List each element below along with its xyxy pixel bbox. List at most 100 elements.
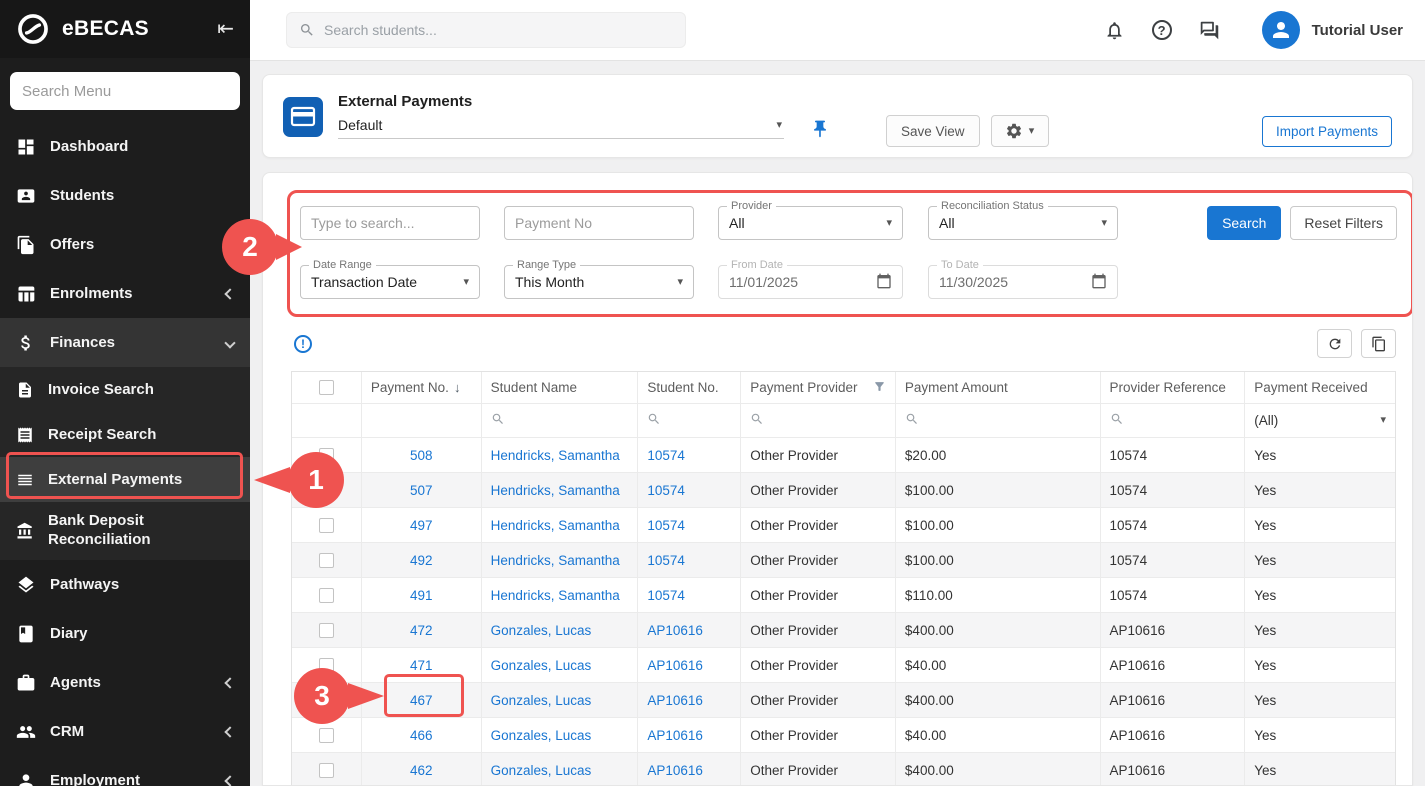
sidebar-item-bank-deposit-reconciliation[interactable]: Bank Deposit Reconciliation: [0, 502, 250, 560]
row-checkbox[interactable]: [319, 728, 334, 743]
student-name-link[interactable]: Gonzales, Lucas: [491, 693, 592, 708]
column-header-payment-received[interactable]: Payment Received: [1245, 372, 1395, 404]
sidebar-item-pathways[interactable]: Pathways: [0, 560, 250, 609]
row-checkbox[interactable]: [319, 448, 334, 463]
filter-cell-payment-amount[interactable]: [896, 404, 1101, 438]
student-name-link[interactable]: Gonzales, Lucas: [491, 728, 592, 743]
filter-cell-payment-provider[interactable]: [741, 404, 896, 438]
from-date-field[interactable]: From Date 11/01/2025: [718, 265, 903, 299]
column-header-payment-no[interactable]: Payment No. ↓: [362, 372, 482, 404]
collapse-sidebar-icon[interactable]: ⇤: [217, 19, 234, 39]
filter-cell-empty: [292, 404, 362, 438]
payment-no-link[interactable]: 472: [410, 623, 433, 638]
reset-filters-button[interactable]: Reset Filters: [1290, 206, 1397, 240]
payment-no-link[interactable]: 491: [410, 588, 433, 603]
student-name-link[interactable]: Hendricks, Samantha: [491, 553, 620, 568]
row-checkbox[interactable]: [319, 553, 334, 568]
calendar-icon[interactable]: [1091, 273, 1107, 292]
payment-no-link[interactable]: 507: [410, 483, 433, 498]
search-button[interactable]: Search: [1207, 206, 1281, 240]
view-settings-button[interactable]: ▾: [991, 115, 1049, 147]
student-name-link[interactable]: Gonzales, Lucas: [491, 763, 592, 778]
student-no-link[interactable]: AP10616: [647, 623, 703, 638]
copy-export-button[interactable]: [1361, 329, 1396, 358]
sidebar-item-dashboard[interactable]: Dashboard: [0, 122, 250, 171]
column-header-payment-provider[interactable]: Payment Provider: [741, 372, 896, 404]
feedback-chat-icon[interactable]: [1199, 20, 1220, 41]
payment-no-link[interactable]: 471: [410, 658, 433, 673]
to-date-field[interactable]: To Date 11/30/2025: [928, 265, 1118, 299]
column-header-student-no[interactable]: Student No.: [638, 372, 741, 404]
sidebar-item-external-payments[interactable]: External Payments: [0, 457, 250, 502]
filter-cell-student-name[interactable]: [482, 404, 639, 438]
column-header-provider-reference[interactable]: Provider Reference: [1101, 372, 1246, 404]
column-header-student-name[interactable]: Student Name: [482, 372, 639, 404]
sort-desc-icon[interactable]: ↓: [454, 380, 461, 395]
sidebar-item-receipt-search[interactable]: Receipt Search: [0, 412, 250, 457]
payment-no-link[interactable]: 497: [410, 518, 433, 533]
select-all-checkbox[interactable]: [319, 380, 334, 395]
row-checkbox[interactable]: [319, 693, 334, 708]
row-checkbox[interactable]: [319, 658, 334, 673]
sidebar-item-employment[interactable]: Employment: [0, 756, 250, 786]
sidebar-item-diary[interactable]: Diary: [0, 609, 250, 658]
filter-cell-student-no[interactable]: [638, 404, 741, 438]
notifications-bell-icon[interactable]: [1104, 20, 1125, 41]
range-type-select[interactable]: Range Type This Month ▾: [504, 265, 694, 299]
student-no-link[interactable]: AP10616: [647, 763, 703, 778]
row-checkbox[interactable]: [319, 623, 334, 638]
import-payments-button[interactable]: Import Payments: [1262, 116, 1392, 147]
student-name-link[interactable]: Gonzales, Lucas: [491, 623, 592, 638]
column-header-payment-amount[interactable]: Payment Amount: [896, 372, 1101, 404]
row-checkbox[interactable]: [319, 483, 334, 498]
row-checkbox[interactable]: [319, 518, 334, 533]
student-name-link[interactable]: Hendricks, Samantha: [491, 588, 620, 603]
sidebar-search-input[interactable]: [10, 72, 240, 110]
sidebar-item-invoice-search[interactable]: Invoice Search: [0, 367, 250, 412]
reconciliation-status-select[interactable]: Reconciliation Status All ▾: [928, 206, 1118, 240]
sidebar-item-students[interactable]: Students: [0, 171, 250, 220]
student-no-link[interactable]: 10574: [647, 483, 685, 498]
sidebar-item-finances[interactable]: Finances: [0, 318, 250, 367]
user-menu[interactable]: Tutorial User: [1262, 11, 1425, 49]
student-name-link[interactable]: Gonzales, Lucas: [491, 658, 592, 673]
student-no-link[interactable]: AP10616: [647, 693, 703, 708]
payment-no-link[interactable]: 508: [410, 448, 433, 463]
student-no-link[interactable]: AP10616: [647, 658, 703, 673]
provider-select[interactable]: Provider All ▾: [718, 206, 903, 240]
filter-funnel-icon[interactable]: [873, 380, 886, 396]
filter-cell-provider-reference[interactable]: [1101, 404, 1246, 438]
calendar-icon[interactable]: [876, 273, 892, 292]
payment-no-link[interactable]: 492: [410, 553, 433, 568]
student-no-link[interactable]: 10574: [647, 518, 685, 533]
students-search-input[interactable]: [324, 22, 673, 38]
student-name-link[interactable]: Hendricks, Samantha: [491, 483, 620, 498]
date-range-select[interactable]: Date Range Transaction Date ▾: [300, 265, 480, 299]
refresh-button[interactable]: [1317, 329, 1352, 358]
payment-received-filter-select[interactable]: (All) ▾: [1245, 404, 1395, 438]
student-no-link[interactable]: 10574: [647, 448, 685, 463]
row-checkbox[interactable]: [319, 763, 334, 778]
students-search-box[interactable]: [286, 12, 686, 48]
grid-search-input[interactable]: [300, 206, 480, 240]
student-name-link[interactable]: Hendricks, Samantha: [491, 518, 620, 533]
payment-no-input[interactable]: [504, 206, 694, 240]
sidebar-item-offers[interactable]: Offers: [0, 220, 250, 269]
pin-view-icon[interactable]: [810, 119, 830, 144]
student-no-link[interactable]: 10574: [647, 553, 685, 568]
student-no-link[interactable]: 10574: [647, 588, 685, 603]
sidebar-item-crm[interactable]: CRM: [0, 707, 250, 756]
payment-no-link[interactable]: 466: [410, 728, 433, 743]
save-view-button[interactable]: Save View: [886, 115, 980, 147]
student-name-link[interactable]: Hendricks, Samantha: [491, 448, 620, 463]
help-icon[interactable]: ?: [1152, 20, 1172, 40]
payment-no-link[interactable]: 462: [410, 763, 433, 778]
sidebar-item-enrolments[interactable]: Enrolments: [0, 269, 250, 318]
payment-no-link[interactable]: 467: [410, 693, 433, 708]
view-selector[interactable]: Default ▾: [338, 117, 784, 139]
student-no-link[interactable]: AP10616: [647, 728, 703, 743]
sidebar-item-agents[interactable]: Agents: [0, 658, 250, 707]
filter-cell-payment-no[interactable]: [362, 404, 482, 438]
info-icon[interactable]: !: [294, 335, 312, 353]
row-checkbox[interactable]: [319, 588, 334, 603]
